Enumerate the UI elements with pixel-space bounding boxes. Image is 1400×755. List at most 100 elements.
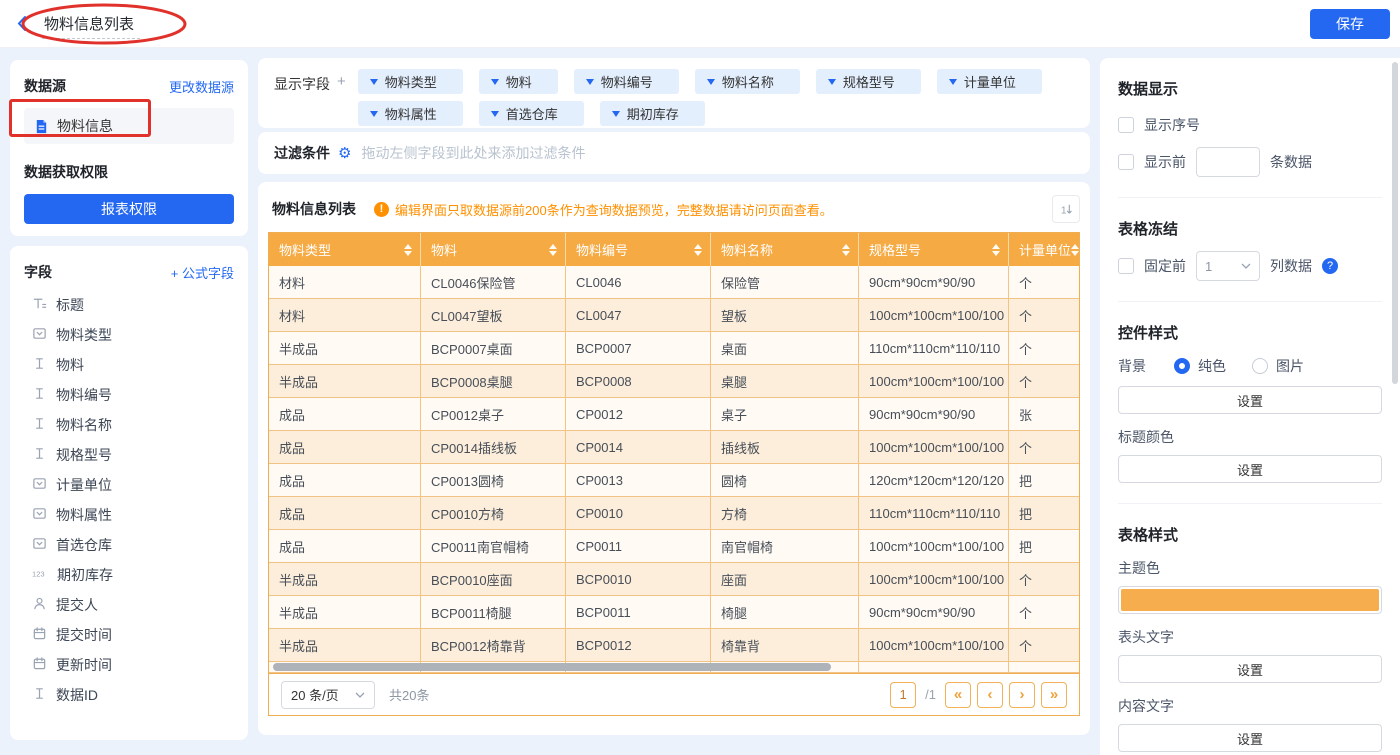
display-field-chip[interactable]: 规格型号 — [815, 69, 921, 94]
add-display-field-button[interactable]: + — [337, 73, 346, 90]
last-page-button[interactable]: » — [1041, 681, 1067, 708]
table-cell: CP0010方椅 — [421, 497, 566, 530]
content-text-set-button[interactable]: 设置 — [1118, 724, 1382, 752]
field-item[interactable]: 标题 — [24, 290, 234, 320]
table-cell: 120cm*120cm*120/120 — [859, 464, 1009, 497]
column-header[interactable]: 计量单位 — [1009, 233, 1079, 266]
radio-selected-icon[interactable] — [1174, 358, 1190, 374]
column-header[interactable]: 物料 — [421, 233, 566, 266]
report-permission-button[interactable]: 报表权限 — [24, 194, 234, 224]
field-item[interactable]: 物料类型 — [24, 320, 234, 350]
filter-drop-hint: 拖动左侧字段到此处来添加过滤条件 — [361, 145, 586, 161]
current-page-input[interactable]: 1 — [890, 681, 917, 708]
column-header[interactable]: 物料类型 — [269, 233, 421, 266]
field-item[interactable]: 物料编号 — [24, 380, 234, 410]
field-item-label: 规格型号 — [56, 447, 112, 463]
page-title[interactable]: 物料信息列表 — [42, 13, 141, 39]
table-row[interactable]: 半成品 BCP0011椅腿 BCP0011 椅腿 90cm*90cm*90/90 个 — [269, 596, 1079, 629]
sort-arrows-icon[interactable] — [694, 243, 702, 256]
field-item[interactable]: 123 期初库存 — [24, 560, 234, 590]
back-button[interactable] — [16, 15, 27, 37]
add-formula-field-link[interactable]: + 公式字段 — [171, 263, 234, 282]
sort-arrows-icon[interactable] — [549, 243, 557, 256]
page-size-select[interactable]: 20 条/页 — [281, 680, 375, 709]
table-cell: 个 — [1009, 332, 1079, 365]
column-header[interactable]: 物料名称 — [711, 233, 859, 266]
sort-arrows-icon[interactable] — [404, 243, 412, 256]
title-color-set-button[interactable]: 设置 — [1118, 455, 1382, 483]
table-row[interactable]: 半成品 BCP0010座面 BCP0010 座面 100cm*100cm*100/100… — [269, 563, 1079, 596]
save-button[interactable]: 保存 — [1310, 9, 1390, 39]
field-item[interactable]: 规格型号 — [24, 440, 234, 470]
show-index-checkbox[interactable] — [1118, 117, 1134, 133]
show-first-count-input[interactable] — [1196, 147, 1260, 177]
display-field-chip[interactable]: 物料名称 — [694, 69, 800, 94]
sort-arrows-icon[interactable] — [992, 243, 1000, 256]
table-cell: CP0011南官帽椅 — [421, 530, 566, 563]
next-page-button[interactable]: › — [1009, 681, 1035, 708]
sort-arrows-icon[interactable] — [1071, 243, 1079, 256]
sort-order-button[interactable]: 1 — [1052, 195, 1080, 223]
field-item[interactable]: 物料名称 — [24, 410, 234, 440]
vertical-scrollbar[interactable] — [1392, 62, 1398, 384]
freeze-suffix: 列数据 — [1270, 258, 1312, 274]
field-item[interactable]: 首选仓库 — [24, 530, 234, 560]
theme-color-picker[interactable] — [1118, 586, 1382, 614]
field-item[interactable]: 提交时间 — [24, 620, 234, 650]
header-text-set-button[interactable]: 设置 — [1118, 655, 1382, 683]
prev-page-button[interactable]: ‹ — [977, 681, 1003, 708]
table-row[interactable]: 成品 CP0013圆椅 CP0013 圆椅 120cm*120cm*120/120 把 — [269, 464, 1079, 497]
display-field-chip[interactable]: 物料类型 — [357, 69, 463, 94]
first-page-button[interactable]: « — [945, 681, 971, 708]
chip-label: 计量单位 — [963, 75, 1016, 90]
table-cell: 把 — [1009, 464, 1079, 497]
background-option-selected[interactable]: 纯色 — [1174, 356, 1226, 376]
permission-title: 数据获取权限 — [24, 164, 108, 180]
table-cell: 90cm*90cm*90/90 — [859, 596, 1009, 629]
freeze-count-select[interactable]: 1 — [1196, 251, 1260, 281]
table-row[interactable]: 成品 CP0010方椅 CP0010 方椅 110cm*110cm*110/110 把 — [269, 497, 1079, 530]
display-field-chip[interactable]: 首选仓库 — [478, 101, 584, 126]
table-row[interactable]: 半成品 BCP0008桌腿 BCP0008 桌腿 100cm*100cm*100/100… — [269, 365, 1079, 398]
field-item[interactable]: 提交人 — [24, 590, 234, 620]
display-field-chip[interactable]: 计量单位 — [936, 69, 1042, 94]
table-cell: 90cm*90cm*90/90 — [859, 398, 1009, 431]
background-set-button[interactable]: 设置 — [1118, 386, 1382, 414]
horizontal-scrollbar[interactable] — [273, 663, 831, 671]
field-item[interactable]: 物料 — [24, 350, 234, 380]
column-header[interactable]: 规格型号 — [859, 233, 1009, 266]
freeze-checkbox[interactable] — [1118, 258, 1134, 274]
preview-warning: ! 编辑界面只取数据源前200条作为查询数据预览，完整数据请访问页面查看。 — [374, 200, 833, 219]
column-header[interactable]: 物料编号 — [566, 233, 711, 266]
display-field-chip[interactable]: 物料属性 — [357, 101, 463, 126]
help-icon[interactable]: ? — [1322, 258, 1338, 274]
table-cell: 成品 — [269, 398, 421, 431]
radio-unselected-icon[interactable] — [1252, 358, 1268, 374]
field-item[interactable]: 更新时间 — [24, 650, 234, 680]
background-option-unselected[interactable]: 图片 — [1252, 356, 1304, 376]
table-cell: 100cm*100cm*100/100 — [859, 431, 1009, 464]
table-row[interactable]: 成品 CP0011南官帽椅 CP0011 南官帽椅 100cm*100cm*100/10… — [269, 530, 1079, 563]
gear-icon[interactable]: ⚙ — [338, 146, 351, 161]
table-row[interactable]: 半成品 BCP0007桌面 BCP0007 桌面 110cm*110cm*110/110… — [269, 332, 1079, 365]
change-datasource-link[interactable]: 更改数据源 — [169, 77, 234, 96]
datasource-item[interactable]: 物料信息 — [24, 108, 234, 144]
table-row[interactable]: 材料 CL0047望板 CL0047 望板 100cm*100cm*100/100 个 — [269, 299, 1079, 332]
chevron-down-icon — [706, 78, 715, 85]
field-item[interactable]: 计量单位 — [24, 470, 234, 500]
display-field-chip[interactable]: 期初库存 — [599, 101, 705, 126]
sort-desc-icon — [992, 250, 1000, 256]
display-field-chip[interactable]: 物料 — [478, 69, 558, 94]
chip-label: 物料类型 — [384, 75, 437, 90]
display-field-chip[interactable]: 物料编号 — [573, 69, 679, 94]
show-first-checkbox[interactable] — [1118, 154, 1134, 170]
table-row[interactable]: 成品 CP0014插线板 CP0014 插线板 100cm*100cm*100/100 个 — [269, 431, 1079, 464]
field-item[interactable]: 物料属性 — [24, 500, 234, 530]
table-row[interactable]: 成品 CP0012桌子 CP0012 桌子 90cm*90cm*90/90 张 — [269, 398, 1079, 431]
table-row[interactable]: 半成品 BCP0012椅靠背 BCP0012 椅靠背 100cm*100cm*100/1… — [269, 629, 1079, 662]
sort-arrows-icon[interactable] — [842, 243, 850, 256]
divider — [1118, 197, 1382, 198]
table-row[interactable]: 材料 CL0046保险管 CL0046 保险管 90cm*90cm*90/90 个 — [269, 266, 1079, 299]
table-cell: BCP0010座面 — [421, 563, 566, 596]
field-item[interactable]: 数据ID — [24, 680, 234, 710]
